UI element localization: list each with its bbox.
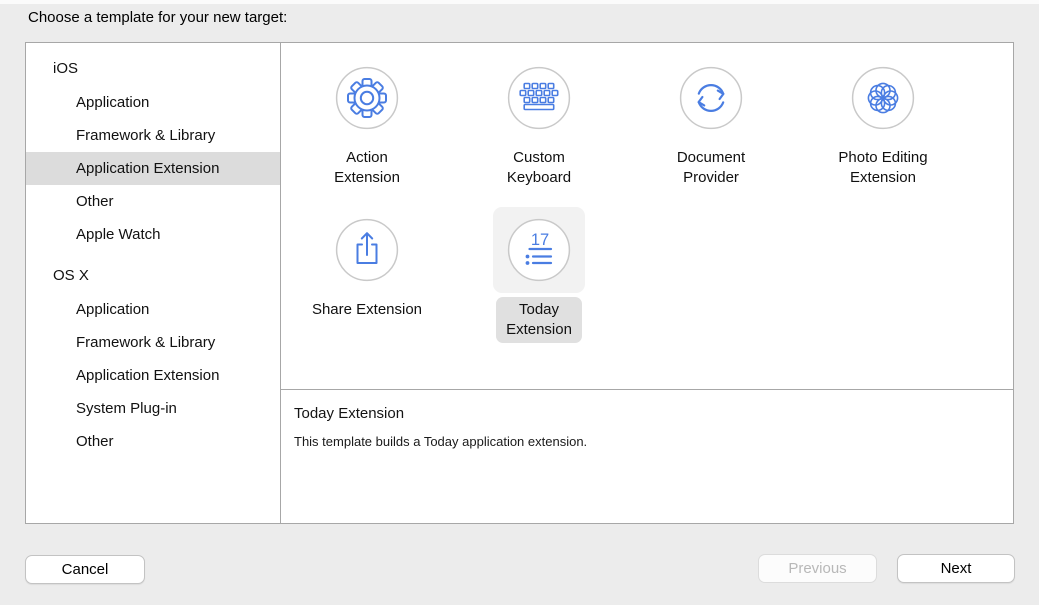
template-today-extension[interactable]: 17 Today Extension: [453, 195, 625, 343]
template-label: Photo Editing Extension: [828, 145, 937, 191]
next-button[interactable]: Next: [897, 554, 1015, 583]
template-label: Document Provider: [667, 145, 755, 191]
template-document-provider[interactable]: Document Provider: [625, 43, 797, 195]
sidebar: iOS Application Framework & Library Appl…: [26, 43, 281, 523]
template-label: Custom Keyboard: [497, 145, 581, 191]
sidebar-item-ios-other[interactable]: Other: [26, 185, 280, 218]
template-label: Action Extension: [324, 145, 410, 191]
template-chooser-dialog: iOS Application Framework & Library Appl…: [25, 42, 1014, 524]
sidebar-section-ios: iOS: [26, 51, 280, 86]
flower-icon: [837, 55, 929, 141]
previous-button[interactable]: Previous: [758, 554, 877, 583]
template-custom-keyboard[interactable]: Custom Keyboard: [453, 43, 625, 195]
template-description: Today Extension This template builds a T…: [281, 390, 1013, 449]
keyboard-icon: [493, 55, 585, 141]
sync-arrows-icon: [665, 55, 757, 141]
gear-icon: [321, 55, 413, 141]
sidebar-item-osx-application-extension[interactable]: Application Extension: [26, 359, 280, 392]
template-action-extension[interactable]: Action Extension: [281, 43, 453, 195]
svg-text:17: 17: [531, 231, 549, 249]
template-grid: Action Extension: [281, 43, 1013, 390]
sidebar-item-osx-framework-library[interactable]: Framework & Library: [26, 326, 280, 359]
sidebar-item-osx-application[interactable]: Application: [26, 293, 280, 326]
template-label: Today Extension: [496, 297, 582, 343]
description-heading: Today Extension: [294, 405, 995, 422]
sidebar-item-ios-application-extension[interactable]: Application Extension: [26, 152, 280, 185]
sidebar-item-osx-other[interactable]: Other: [26, 425, 280, 458]
template-photo-editing-extension[interactable]: Photo Editing Extension: [797, 43, 969, 195]
sidebar-item-ios-apple-watch[interactable]: Apple Watch: [26, 218, 280, 251]
sidebar-item-osx-system-plugin[interactable]: System Plug-in: [26, 392, 280, 425]
dialog-title: Choose a template for your new target:: [28, 9, 287, 26]
sidebar-section-osx: OS X: [26, 258, 280, 293]
template-panel: Action Extension: [281, 43, 1013, 523]
template-label: Share Extension: [302, 297, 432, 323]
cancel-button[interactable]: Cancel: [25, 555, 145, 584]
template-share-extension[interactable]: Share Extension: [281, 195, 453, 343]
sidebar-item-ios-framework-library[interactable]: Framework & Library: [26, 119, 280, 152]
description-body: This template builds a Today application…: [294, 434, 995, 449]
sidebar-item-ios-application[interactable]: Application: [26, 86, 280, 119]
calendar-17-icon: 17: [493, 207, 585, 293]
share-icon: [321, 207, 413, 293]
